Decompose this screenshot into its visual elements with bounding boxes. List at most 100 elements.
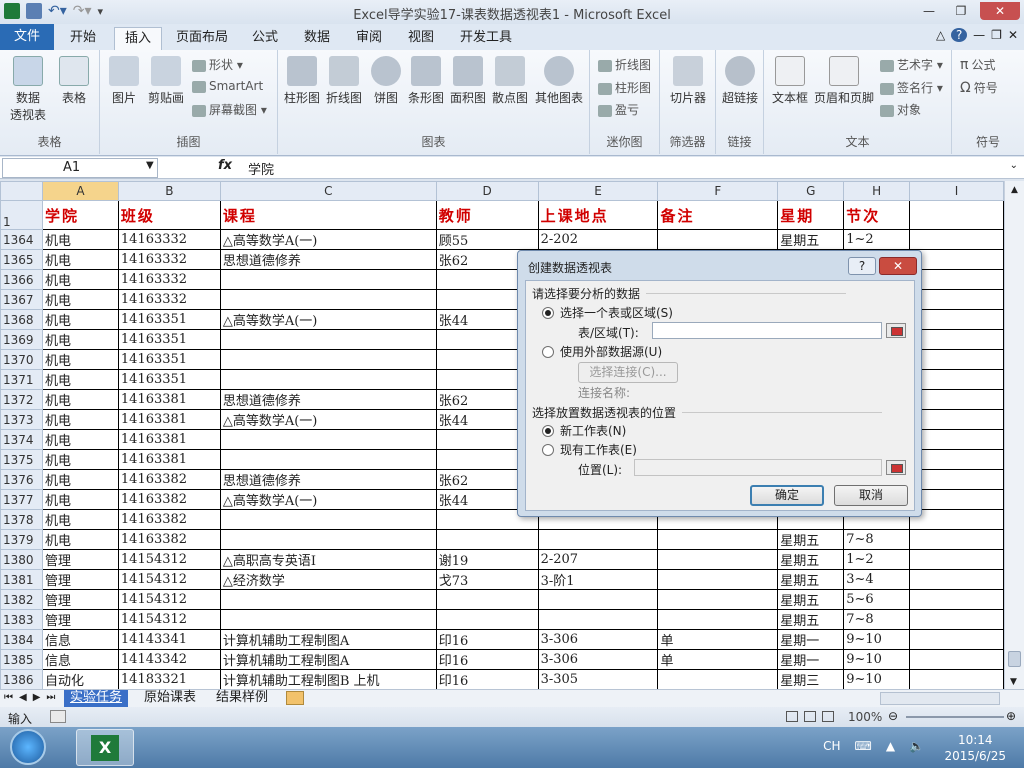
formula-input[interactable]: 学院	[248, 159, 274, 178]
cell[interactable]	[909, 629, 1004, 650]
cell[interactable]	[909, 249, 1004, 270]
radio-external-source[interactable]: 使用外部数据源(U)	[542, 343, 662, 360]
cell[interactable]: 机电	[41, 409, 119, 430]
cell[interactable]	[909, 449, 1004, 470]
cell[interactable]	[909, 389, 1004, 410]
sheet-nav-arrows[interactable]: ⏮◀▶⏭	[4, 690, 61, 706]
sheet-tab-active[interactable]: 实验任务	[64, 690, 129, 707]
cell[interactable]	[219, 609, 437, 630]
tab-insert[interactable]: 插入	[114, 27, 163, 50]
cell[interactable]: 14163381	[117, 389, 221, 410]
cell[interactable]	[909, 349, 1004, 370]
cell[interactable]	[435, 529, 539, 550]
signature-line-button[interactable]: 签名行 ▾	[880, 79, 943, 96]
cell[interactable]	[657, 229, 779, 250]
row-header[interactable]: 1372	[0, 389, 43, 410]
cell[interactable]	[909, 409, 1004, 430]
header-cell[interactable]	[909, 200, 1004, 230]
cell[interactable]	[909, 509, 1004, 530]
cell[interactable]	[219, 529, 437, 550]
column-chart-button[interactable]: 柱形图	[282, 56, 322, 106]
cell[interactable]: 信息	[41, 649, 119, 670]
insert-function-button[interactable]: fx	[218, 158, 232, 173]
cell[interactable]	[435, 589, 539, 610]
pivot-table-button[interactable]: 数据 透视表	[6, 56, 50, 123]
view-normal-icon[interactable]	[786, 711, 798, 722]
column-header[interactable]: I	[909, 181, 1004, 201]
cell[interactable]	[909, 229, 1004, 250]
cell[interactable]	[657, 589, 779, 610]
cell[interactable]: 星期五	[777, 589, 845, 610]
cell[interactable]: 戈73	[435, 569, 539, 590]
cell[interactable]: 计算机辅助工程制图A	[219, 649, 437, 670]
cell[interactable]	[657, 569, 779, 590]
column-header[interactable]: H	[843, 181, 911, 201]
row-header[interactable]: 1383	[0, 609, 43, 630]
cell[interactable]: △高等数学A(一)	[219, 489, 437, 510]
formula-expand-icon[interactable]: ⌄	[1010, 160, 1018, 171]
row-header[interactable]: 1385	[0, 649, 43, 670]
cell[interactable]	[909, 269, 1004, 290]
doc-close-button[interactable]: ✕	[1008, 28, 1018, 42]
cell[interactable]: 计算机辅助工程制图B 上机	[219, 669, 437, 689]
cell[interactable]: 14163381	[117, 409, 221, 430]
cell[interactable]: 14163332	[117, 289, 221, 310]
cell[interactable]	[219, 429, 437, 450]
scroll-up-icon[interactable]: ▲	[1005, 185, 1024, 195]
column-header[interactable]: B	[117, 181, 221, 201]
row-header[interactable]: 1	[0, 200, 43, 230]
sheet-tab[interactable]: 结果样例	[210, 690, 274, 707]
tray-expand-icon[interactable]: ▲	[886, 739, 895, 753]
scatter-chart-button[interactable]: 散点图	[490, 56, 530, 106]
wordart-button[interactable]: 艺术字 ▾	[880, 56, 943, 73]
column-header[interactable]: C	[219, 181, 437, 201]
cell[interactable]: 星期五	[777, 529, 845, 550]
cell[interactable]	[909, 589, 1004, 610]
radio-new-worksheet[interactable]: 新工作表(N)	[542, 422, 626, 439]
location-picker-icon[interactable]	[886, 460, 906, 475]
cell[interactable]: 14154312	[117, 549, 221, 570]
cell[interactable]: 印16	[435, 629, 539, 650]
row-header[interactable]: 1369	[0, 329, 43, 350]
cell[interactable]	[219, 369, 437, 390]
restore-button[interactable]: ❐	[948, 2, 974, 20]
choose-connection-button[interactable]: 选择连接(C)...	[578, 362, 678, 383]
cell[interactable]: 管理	[41, 549, 119, 570]
cell[interactable]: 机电	[41, 329, 119, 350]
cell[interactable]: 星期五	[777, 549, 845, 570]
cell[interactable]: 9~10	[843, 669, 911, 689]
cell[interactable]: 思想道德修养	[219, 389, 437, 410]
cell[interactable]: 管理	[41, 569, 119, 590]
cell[interactable]: 2-202	[537, 229, 659, 250]
cell[interactable]: 3-305	[537, 669, 659, 689]
cell[interactable]	[909, 649, 1004, 670]
cell[interactable]: 机电	[41, 229, 119, 250]
cell[interactable]	[219, 329, 437, 350]
other-charts-button[interactable]: 其他图表	[532, 56, 586, 106]
cell[interactable]	[909, 309, 1004, 330]
range-picker-icon[interactable]	[886, 323, 906, 338]
hyperlink-button[interactable]: 超链接	[718, 56, 762, 106]
cell[interactable]: 机电	[41, 269, 119, 290]
row-header[interactable]: 1382	[0, 589, 43, 610]
cell[interactable]: △高职高专英语Ⅰ	[219, 549, 437, 570]
cell[interactable]: 单	[657, 649, 779, 670]
cell[interactable]: 14163381	[117, 429, 221, 450]
cell[interactable]	[219, 589, 437, 610]
keyboard-icon[interactable]: ⌨	[854, 739, 871, 753]
name-box-dropdown-icon[interactable]: ▼	[146, 160, 154, 171]
clock[interactable]: 10:14 2015/6/25	[944, 732, 1006, 764]
column-header[interactable]: D	[435, 181, 539, 201]
pie-chart-button[interactable]: 饼图	[366, 56, 406, 106]
cell[interactable]	[537, 609, 659, 630]
cell[interactable]: 机电	[41, 509, 119, 530]
cell[interactable]: 机电	[41, 489, 119, 510]
cell[interactable]: 星期一	[777, 649, 845, 670]
sparkline-winloss-button[interactable]: 盈亏	[598, 101, 639, 118]
clipart-button[interactable]: 剪贴画	[146, 56, 186, 106]
header-cell[interactable]: 学院	[41, 200, 119, 230]
cell[interactable]	[909, 549, 1004, 570]
cell[interactable]: 14163382	[117, 509, 221, 530]
tab-review[interactable]: 审阅	[346, 27, 392, 50]
tab-data[interactable]: 数据	[294, 27, 340, 50]
